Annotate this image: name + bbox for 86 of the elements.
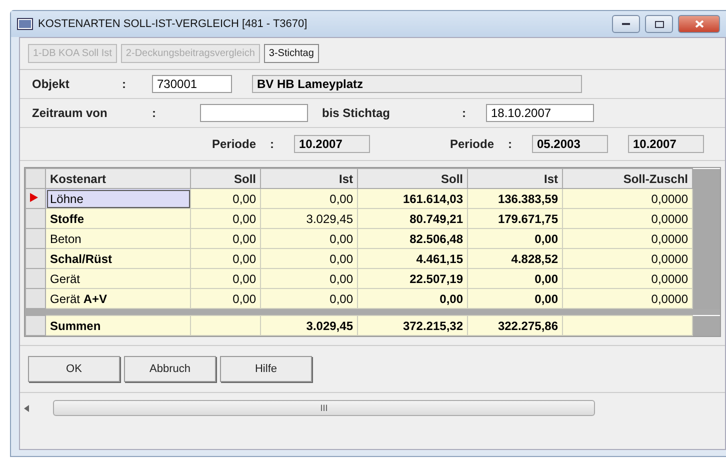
window-icon [17, 18, 33, 30]
table-cell: 0,00 [190, 208, 260, 228]
column-header[interactable]: Soll-Zuschl [562, 168, 692, 188]
dialog-button[interactable]: OK [28, 356, 120, 382]
input-field[interactable]: 18.10.2007 [486, 104, 594, 122]
table-cell: Gerät A+V [46, 288, 190, 308]
row-header[interactable] [26, 188, 46, 208]
table-cell: 0,00 [190, 248, 260, 268]
maximize-button[interactable] [645, 15, 673, 33]
total-cell: 372.215,32 [358, 316, 468, 336]
colon-label: : [152, 106, 157, 120]
dialog-button[interactable]: Abbruch [124, 356, 216, 382]
row-header[interactable] [26, 208, 46, 228]
table-cell: 0,0000 [562, 268, 692, 288]
field-label: Periode [450, 137, 496, 151]
table-cell: Beton [46, 228, 190, 248]
table-cell: 4.461,15 [358, 248, 468, 268]
row-header[interactable] [26, 268, 46, 288]
table-cell: 0,00 [260, 268, 358, 288]
table-cell: Löhne [46, 188, 190, 208]
period-field: 10.2007 [628, 135, 704, 153]
table-cell: 0,00 [468, 268, 562, 288]
horizontal-scrollbar[interactable]: III [20, 399, 725, 417]
table-cell: 4.828,52 [468, 248, 562, 268]
table-cell: 0,0000 [562, 288, 692, 308]
dialog-button[interactable]: Hilfe [220, 356, 312, 382]
object-name-field: BV HB Lameyplatz [252, 75, 582, 93]
table-cell: 0,00 [468, 228, 562, 248]
table-cell: 80.749,21 [358, 208, 468, 228]
scroll-left-icon[interactable] [24, 404, 29, 412]
table-cell: 136.383,59 [468, 188, 562, 208]
period-field: 05.2003 [532, 135, 608, 153]
table-cell: Gerät [46, 268, 190, 288]
colon-label: : [462, 106, 467, 120]
table-cell: 0,00 [190, 228, 260, 248]
scrollbar-thumb[interactable]: III [53, 400, 595, 416]
column-header[interactable]: Kostenart [46, 168, 190, 188]
minimize-button[interactable] [612, 15, 640, 33]
total-cell: Summen [46, 316, 190, 336]
table-cell: 0,00 [358, 288, 468, 308]
table-cell: 0,00 [260, 248, 358, 268]
period-field: 10.2007 [294, 135, 370, 153]
table-cell: 0,00 [260, 288, 358, 308]
table-cell: 0,00 [190, 268, 260, 288]
column-header[interactable]: Ist [468, 168, 562, 188]
column-header[interactable]: Soll [190, 168, 260, 188]
table-cell: 82.506,48 [358, 228, 468, 248]
total-cell: 322.275,86 [468, 316, 562, 336]
table-cell: 0,0000 [562, 208, 692, 228]
column-header[interactable]: Ist [260, 168, 358, 188]
total-cell [190, 316, 260, 336]
table-cell: 0,00 [190, 288, 260, 308]
table-cell: 0,00 [260, 228, 358, 248]
row-header[interactable] [26, 228, 46, 248]
table-cell: 3.029,45 [260, 208, 358, 228]
field-label: Periode [212, 137, 258, 151]
close-button[interactable] [678, 15, 720, 33]
table-cell: 0,00 [190, 188, 260, 208]
table-cell: 0,00 [468, 288, 562, 308]
column-header[interactable]: Soll [358, 168, 468, 188]
close-icon [694, 20, 704, 28]
table-cell: Stoffe [46, 208, 190, 228]
maximize-icon [654, 20, 664, 28]
minimize-icon [622, 22, 630, 26]
table-cell: Schal/Rüst [46, 248, 190, 268]
current-row-icon [30, 192, 38, 202]
row-header[interactable] [26, 248, 46, 268]
colon-label: : [508, 137, 513, 151]
field-label: Zeitraum von [32, 106, 108, 120]
field-label: Objekt [32, 77, 70, 91]
table-cell: 161.614,03 [358, 188, 468, 208]
table-cell: 0,00 [260, 188, 358, 208]
window-title: KOSTENARTEN SOLL-IST-VERGLEICH [481 - T3670] [38, 18, 308, 30]
table-cell: 0,0000 [562, 188, 692, 208]
table-cell: 179.671,75 [468, 208, 562, 228]
input-field[interactable] [200, 104, 308, 122]
table-cell: 0,0000 [562, 248, 692, 268]
row-header[interactable] [26, 288, 46, 308]
table-cell: 22.507,19 [358, 268, 468, 288]
total-cell: 3.029,45 [260, 316, 358, 336]
tab[interactable]: 3-Stichtag [264, 44, 319, 63]
input-field[interactable]: 730001 [152, 75, 232, 93]
field-label: bis Stichtag [322, 106, 392, 120]
table-cell: 0,0000 [562, 228, 692, 248]
colon-label: : [122, 77, 127, 91]
colon-label: : [270, 137, 275, 151]
